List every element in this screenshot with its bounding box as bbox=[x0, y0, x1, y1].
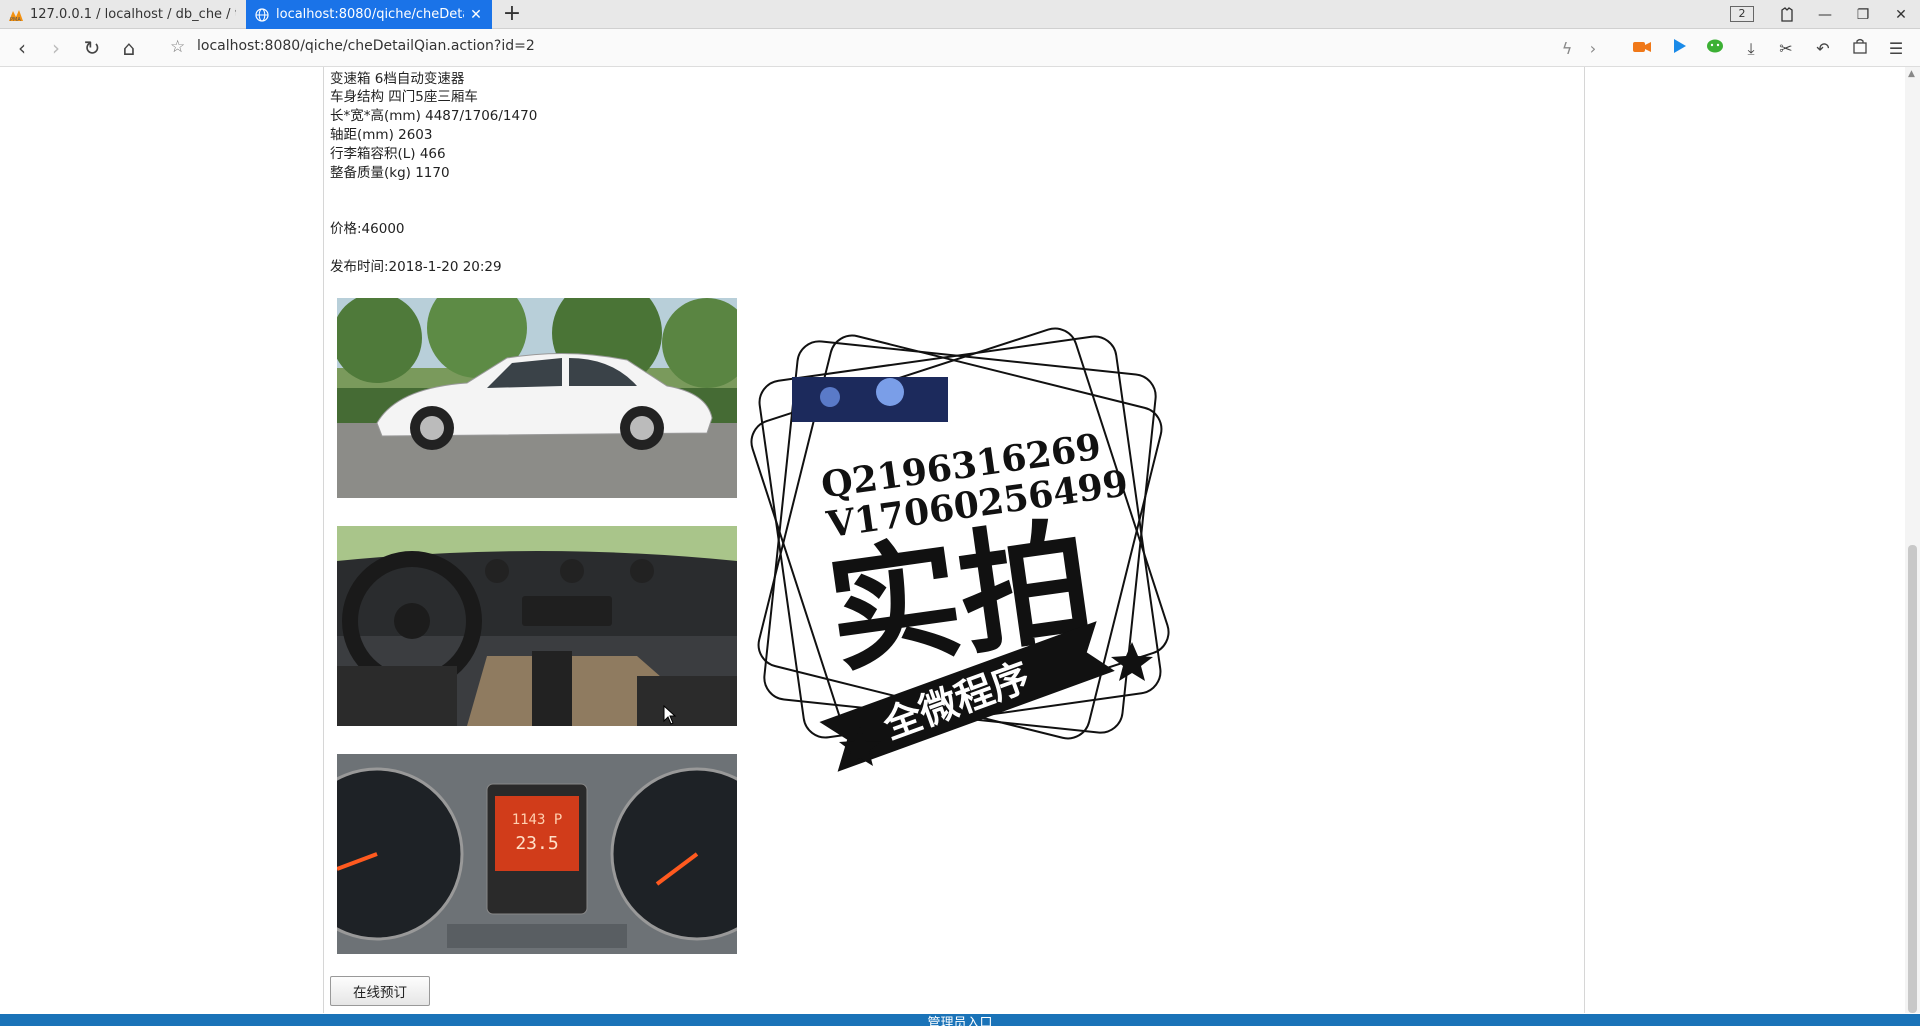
play-icon[interactable] bbox=[1668, 38, 1690, 60]
wechat-icon[interactable] bbox=[1704, 38, 1726, 60]
svg-text:1143 P: 1143 P bbox=[512, 812, 563, 828]
shirt-icon[interactable] bbox=[1768, 0, 1806, 29]
globe-icon bbox=[254, 7, 270, 23]
menu-icon[interactable]: ☰ bbox=[1885, 38, 1907, 60]
scissors-icon[interactable]: ✂ bbox=[1775, 38, 1797, 60]
car-dashboard-photo: 1143 P 23.5 bbox=[337, 754, 737, 954]
admin-entry-link[interactable]: 管理员入口 bbox=[927, 1016, 992, 1026]
car-interior-photo bbox=[337, 526, 737, 726]
tab-count-badge[interactable]: 2 bbox=[1730, 6, 1754, 22]
watermark-stamp: Q2196316269 V17060256499 实拍 全微程序 bbox=[720, 297, 1200, 777]
close-window-icon[interactable]: ✕ bbox=[1882, 0, 1920, 29]
chevron-right-icon[interactable]: › bbox=[1582, 38, 1604, 60]
spec-wheelbase: 轴距(mm) 2603 bbox=[330, 127, 433, 143]
svg-text:23.5: 23.5 bbox=[515, 833, 558, 854]
footer-bar: 管理员入口 bbox=[0, 1014, 1920, 1026]
tab-strip: PMA 127.0.0.1 / localhost / db_che / t_p… bbox=[0, 0, 1920, 29]
vertical-scrollbar[interactable]: ▲ bbox=[1905, 67, 1920, 1013]
flash-icon[interactable]: ϟ bbox=[1556, 38, 1578, 60]
tab-phpmyadmin[interactable]: PMA 127.0.0.1 / localhost / db_che / t_p bbox=[0, 0, 244, 29]
bookmark-star-icon[interactable]: ☆ bbox=[170, 37, 185, 57]
page-viewport: 变速箱 6档自动变速器 车身结构 四门5座三厢车 长*宽*高(mm) 4487/… bbox=[0, 67, 1920, 1026]
phpmyadmin-icon: PMA bbox=[8, 7, 24, 23]
home-icon[interactable]: ⌂ bbox=[117, 36, 141, 60]
download-icon[interactable]: ⤓ bbox=[1740, 38, 1762, 60]
price-label: 价格:46000 bbox=[330, 221, 405, 237]
scroll-up-icon[interactable]: ▲ bbox=[1908, 69, 1915, 79]
reload-icon[interactable]: ↻ bbox=[80, 36, 104, 60]
spec-transmission: 变速箱 6档自动变速器 bbox=[330, 71, 465, 87]
scrollbar-thumb[interactable] bbox=[1908, 545, 1917, 1013]
back-icon[interactable]: ‹ bbox=[10, 36, 34, 60]
address-toolbar: ‹ › ↻ ⌂ ☆ localhost:8080/qiche/cheDetail… bbox=[0, 29, 1920, 67]
tab-title: localhost:8080/qiche/cheDetailQi bbox=[276, 7, 464, 22]
new-tab-button[interactable]: + bbox=[500, 2, 524, 26]
tab-title: 127.0.0.1 / localhost / db_che / t_p bbox=[30, 7, 236, 22]
book-online-button[interactable]: 在线预订 bbox=[330, 976, 430, 1006]
tab-car-detail[interactable]: localhost:8080/qiche/cheDetailQi ✕ bbox=[246, 0, 492, 29]
video-record-icon[interactable] bbox=[1631, 38, 1653, 60]
publish-time: 发布时间:2018-1-20 20:29 bbox=[330, 259, 502, 275]
bag-icon[interactable] bbox=[1849, 38, 1871, 60]
minimize-icon[interactable]: — bbox=[1806, 0, 1844, 29]
undo-icon[interactable]: ↶ bbox=[1812, 38, 1834, 60]
close-tab-icon[interactable]: ✕ bbox=[468, 7, 484, 23]
svg-text:PMA: PMA bbox=[10, 17, 21, 22]
spec-dimensions: 长*宽*高(mm) 4487/1706/1470 bbox=[330, 108, 538, 124]
mouse-cursor-icon bbox=[663, 704, 677, 725]
spec-trunk: 行李箱容积(L) 466 bbox=[330, 146, 446, 162]
car-side-photo bbox=[337, 298, 737, 498]
star-icon bbox=[1111, 642, 1153, 681]
spec-body: 车身结构 四门5座三厢车 bbox=[330, 89, 478, 105]
restore-icon[interactable]: ❐ bbox=[1844, 0, 1882, 29]
forward-icon[interactable]: › bbox=[44, 36, 68, 60]
url-field[interactable]: localhost:8080/qiche/cheDetailQian.actio… bbox=[197, 38, 535, 54]
spec-weight: 整备质量(kg) 1170 bbox=[330, 165, 450, 181]
